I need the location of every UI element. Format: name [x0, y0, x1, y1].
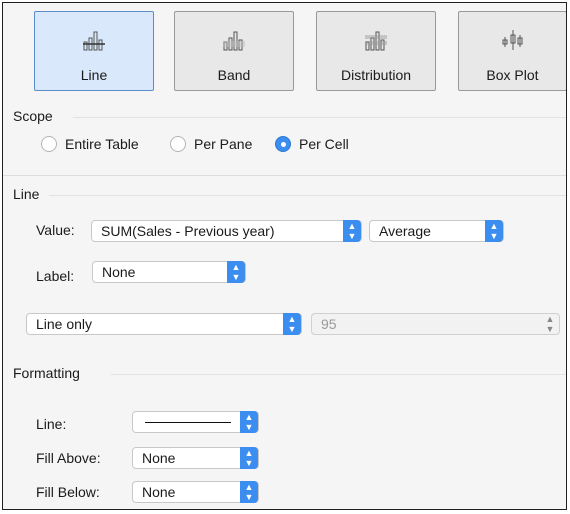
- radio-button-selected-icon: [275, 136, 291, 152]
- formatting-section-title: Formatting: [13, 365, 80, 381]
- fill-above-text: None: [142, 450, 176, 466]
- fill-below-select[interactable]: None ▲ ▼: [132, 481, 259, 503]
- scope-divider: [73, 117, 566, 118]
- scope-radio-label: Entire Table: [65, 136, 139, 152]
- fill-below-label: Fill Below:: [36, 484, 100, 500]
- updown-chevron-icon: ▲ ▼: [240, 447, 258, 469]
- line-style-select[interactable]: ▲ ▼: [132, 411, 259, 433]
- updown-chevron-icon: ▲ ▼: [240, 481, 258, 503]
- updown-chevron-icon: ▲ ▼: [485, 220, 503, 242]
- scope-radio-per-pane[interactable]: Per Pane: [170, 136, 252, 152]
- box-plot-icon: [502, 30, 522, 50]
- line-display-select[interactable]: Line only ▲ ▼: [26, 313, 302, 335]
- radio-button-icon: [170, 136, 186, 152]
- tile-box-plot[interactable]: Box Plot: [458, 11, 566, 91]
- updown-chevron-icon: ▲ ▼: [240, 411, 258, 433]
- updown-chevron-icon: ▲ ▼: [283, 313, 301, 335]
- scope-radio-label: Per Cell: [299, 136, 349, 152]
- value-label: Value:: [36, 222, 75, 238]
- distribution-chart-icon: [365, 31, 387, 51]
- line-style-sample: [145, 422, 231, 423]
- radio-button-icon: [41, 136, 57, 152]
- fill-above-select[interactable]: None ▲ ▼: [132, 447, 259, 469]
- aggregation-select[interactable]: Average ▲ ▼: [369, 220, 504, 242]
- percent-value-text: 95: [321, 316, 337, 332]
- updown-chevron-icon: ▲ ▼: [227, 261, 245, 283]
- section-separator: [3, 175, 566, 176]
- fill-above-label: Fill Above:: [36, 450, 101, 466]
- value-field-text: SUM(Sales - Previous year): [101, 223, 275, 239]
- label-label: Label:: [36, 268, 75, 284]
- reference-line-panel: Line Band Distribution Box Plot Scope En…: [2, 2, 567, 510]
- line-display-text: Line only: [36, 316, 93, 332]
- tile-distribution-label: Distribution: [340, 67, 412, 83]
- tile-distribution[interactable]: Distribution: [316, 11, 436, 91]
- percent-stepper[interactable]: 95 ▲ ▼: [311, 313, 560, 335]
- label-select[interactable]: None ▲ ▼: [92, 261, 246, 283]
- value-field-select[interactable]: SUM(Sales - Previous year) ▲ ▼: [91, 220, 362, 242]
- scope-radio-entire-table[interactable]: Entire Table: [41, 136, 139, 152]
- line-chart-icon: [83, 31, 105, 51]
- label-select-text: None: [102, 264, 136, 280]
- formatting-divider: [111, 374, 566, 375]
- updown-chevron-icon: ▲ ▼: [343, 220, 361, 242]
- line-section-title: Line: [13, 186, 40, 202]
- line-divider: [49, 195, 566, 196]
- aggregation-text: Average: [379, 223, 431, 239]
- band-chart-icon: [223, 31, 245, 51]
- updown-chevron-icon: ▲ ▼: [545, 314, 555, 334]
- scope-radio-per-cell[interactable]: Per Cell: [275, 136, 349, 152]
- format-line-label: Line:: [36, 416, 67, 432]
- scope-section-title: Scope: [13, 108, 53, 124]
- tile-box-plot-label: Box Plot: [486, 67, 539, 83]
- tile-line[interactable]: Line: [34, 11, 154, 91]
- tile-band-label: Band: [217, 67, 251, 83]
- tile-band[interactable]: Band: [174, 11, 294, 91]
- tile-line-label: Line: [80, 67, 108, 83]
- scope-radio-label: Per Pane: [194, 136, 253, 152]
- fill-below-text: None: [142, 484, 176, 500]
